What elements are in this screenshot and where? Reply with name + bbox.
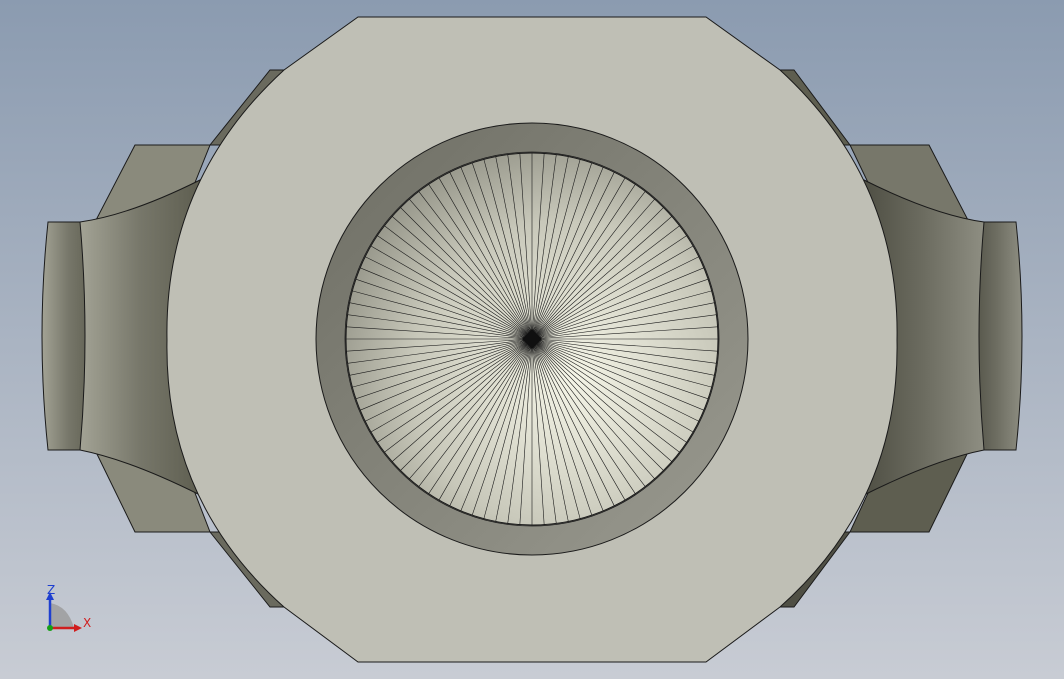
y-axis-dot [47,625,53,631]
model-scene[interactable]: Z X [0,0,1064,679]
x-axis-label: X [83,616,91,630]
cad-3d-viewport[interactable]: Z X [0,0,1064,679]
z-axis-label: Z [47,583,55,597]
